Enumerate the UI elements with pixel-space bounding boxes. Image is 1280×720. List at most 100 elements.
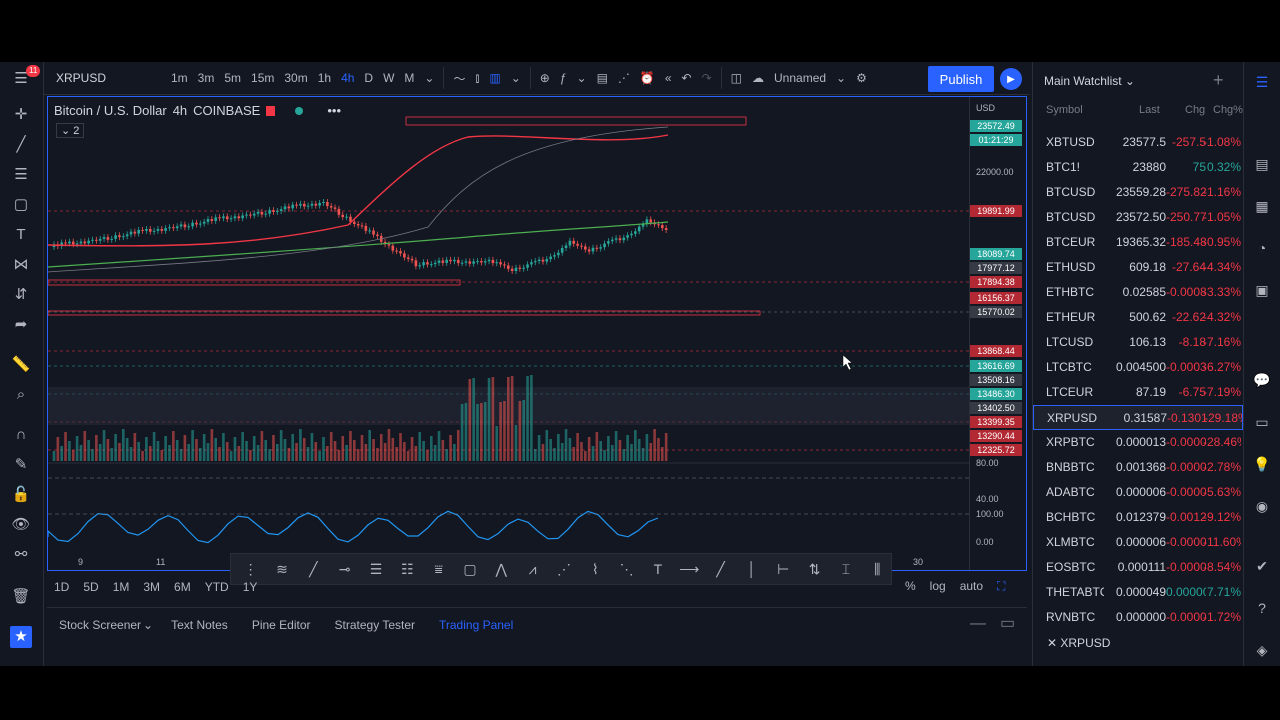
fib-icon[interactable]: ☰ <box>10 164 32 186</box>
hotlist-icon[interactable]: ◔ <box>1252 240 1272 260</box>
watchlist-row[interactable]: THETABTC 0.0000490.0000037.71% <box>1033 580 1243 605</box>
help-icon[interactable]: ? <box>1252 600 1272 620</box>
chat-icon[interactable]: 💬 <box>1252 372 1272 392</box>
watchlist-row[interactable]: BCHBTC 0.012379-0.00124-9.12% <box>1033 505 1243 530</box>
watchlist-row[interactable]: XRPUSD 0.31587-0.13014-29.18% <box>1033 405 1243 430</box>
zoom-icon[interactable]: ⌕ <box>10 384 32 406</box>
calendar-icon[interactable]: ▣ <box>1252 282 1272 302</box>
interval-15m[interactable]: 15m <box>246 71 279 85</box>
text-tool-icon[interactable]: T <box>10 224 32 246</box>
templates-icon[interactable]: ⋰ <box>613 71 635 85</box>
bars-icon[interactable]: ⫾ <box>471 71 485 86</box>
watchlist-row[interactable]: BTCEUR 19365.32 -185.48 -0.95% <box>1033 230 1243 255</box>
log-toggle[interactable]: log <box>930 579 946 594</box>
chat-icon-2[interactable]: ▭ <box>1252 414 1272 434</box>
trash-icon[interactable]: 🗑 <box>10 586 32 608</box>
watchlist-row[interactable]: BTC1! 23880 75 0.32% <box>1033 155 1243 180</box>
chart-canvas[interactable] <box>48 97 969 571</box>
prediction-icon[interactable]: ⇵ <box>10 284 32 306</box>
lock-icon[interactable]: 🔓 <box>10 484 32 506</box>
redo-icon[interactable]: ↷ <box>697 71 717 85</box>
tab-pine-editor[interactable]: Pine Editor <box>240 618 323 632</box>
watchlist-row[interactable]: BTCUSD 23572.50 -250.77 -1.05% <box>1033 205 1243 230</box>
maximize-icon[interactable]: ▭ <box>1000 613 1015 633</box>
indicators-icon[interactable]: ƒ <box>555 71 572 85</box>
range-1m[interactable]: 1M <box>106 580 137 594</box>
range-6m[interactable]: 6M <box>167 580 198 594</box>
watchlist-row[interactable]: BTCUSD 23559.28 -275.82 -1.16% <box>1033 180 1243 205</box>
layout-icon[interactable]: ◫ <box>726 71 747 85</box>
chart-style-icon[interactable]: 〜 <box>448 70 470 87</box>
link-icon[interactable]: ⚯ <box>10 544 32 566</box>
watchlist-footer[interactable]: ✕ XRPUSD <box>1047 636 1110 650</box>
range-1y[interactable]: 1Y <box>236 580 265 594</box>
indicator-toggle[interactable]: ⌄ 2 <box>56 123 85 138</box>
watchlist-row[interactable]: RVNBTC 0.000000-0.00000-1.72% <box>1033 605 1243 630</box>
watchlist-row[interactable]: ETHEUR 500.62 -22.62 -4.32% <box>1033 305 1243 330</box>
check-icon[interactable]: ✔ <box>1252 558 1272 578</box>
chevron-down-icon[interactable]: ⌄ <box>506 71 526 85</box>
layers-icon[interactable]: ◈ <box>1252 642 1272 662</box>
tab-trading-panel[interactable]: Trading Panel <box>427 618 525 632</box>
minimize-icon[interactable]: — <box>970 615 986 633</box>
watchlist-icon[interactable]: ☰ <box>1252 74 1272 94</box>
financials-icon[interactable]: ▤ <box>592 71 613 85</box>
play-icon[interactable]: ▶ <box>1000 68 1022 90</box>
auto-toggle[interactable]: auto <box>960 579 983 594</box>
pattern-icon[interactable]: ⋈ <box>10 254 32 276</box>
add-symbol-icon[interactable]: + <box>1213 70 1224 91</box>
undo-icon[interactable]: ↶ <box>677 71 697 85</box>
streams-icon[interactable]: ◉ <box>1252 498 1272 518</box>
percent-toggle[interactable]: % <box>905 579 916 594</box>
tab-text-notes[interactable]: Text Notes <box>159 618 240 632</box>
layout-name[interactable]: Unnamed <box>769 71 831 85</box>
more-icon[interactable]: ••• <box>327 103 341 118</box>
compare-icon[interactable]: ⊕ <box>535 71 555 85</box>
forward-icon[interactable]: ➦ <box>10 314 32 336</box>
eye-icon[interactable]: 👁 <box>10 514 32 536</box>
watchlist-row[interactable]: ETHBTC 0.02585-0.00089-3.33% <box>1033 280 1243 305</box>
price-scale[interactable]: USD 24000.0022000.0023572.4901:21:291989… <box>969 97 1026 570</box>
chevron-down-icon[interactable]: ⌄ <box>572 71 592 85</box>
trendline-icon[interactable]: ╱ <box>10 134 32 156</box>
tab-stock-screener[interactable]: Stock Screener <box>47 618 153 632</box>
watchlist-row[interactable]: LTCBTC 0.004500-0.00030-6.27% <box>1033 355 1243 380</box>
watchlist-row[interactable]: XBTUSD 23577.5 -257.5 -1.08% <box>1033 130 1243 155</box>
news-icon[interactable]: ▤ <box>1252 156 1272 176</box>
publish-button[interactable]: Publish <box>928 66 994 92</box>
interval-1h[interactable]: 1h <box>313 71 336 85</box>
pencil-lock-icon[interactable]: ✎ <box>10 454 32 476</box>
watchlist-title[interactable]: Main Watchlist ⌄ <box>1044 74 1135 88</box>
watchlist-row[interactable]: ETHUSD 609.18 -27.64 -4.34% <box>1033 255 1243 280</box>
ruler-icon[interactable]: 📏 <box>10 354 32 376</box>
symbol-search[interactable]: XRPUSD <box>44 71 166 85</box>
star-icon[interactable]: ★ <box>10 626 32 648</box>
chart-pane[interactable]: Bitcoin / U.S. Dollar 4h COINBASE ••• ⌄ … <box>47 96 1027 571</box>
alert-icon[interactable]: ⏰ <box>635 71 660 85</box>
watchlist-row[interactable]: XRPBTC 0.000013-0.00000-28.46% <box>1033 430 1243 455</box>
crosshair-icon[interactable]: ✛ <box>10 104 32 126</box>
watchlist-row[interactable]: BNBBTC 0.001368-0.00003-2.78% <box>1033 455 1243 480</box>
range-1d[interactable]: 1D <box>47 580 76 594</box>
watchlist-row[interactable]: ADABTC 0.000006-0.00000-5.63% <box>1033 480 1243 505</box>
interval-30m[interactable]: 30m <box>279 71 312 85</box>
flag-icon[interactable] <box>266 105 276 116</box>
data-window-icon[interactable]: ▦ <box>1252 198 1272 218</box>
col-chg-pct[interactable]: Chg% <box>1213 104 1243 116</box>
interval-w[interactable]: W <box>378 71 399 85</box>
interval-3m[interactable]: 3m <box>193 71 220 85</box>
chevron-down-icon[interactable]: ⌄ <box>143 618 153 632</box>
cloud-icon[interactable]: ☁ <box>747 71 769 85</box>
watchlist-row[interactable]: XLMBTC 0.000006-0.00000-11.60% <box>1033 530 1243 555</box>
settings-gear-icon[interactable]: ⚙ <box>851 71 872 85</box>
interval-d[interactable]: D <box>359 71 378 85</box>
col-last[interactable]: Last <box>1139 104 1160 116</box>
magnet-icon[interactable]: ∩ <box>10 424 32 446</box>
shapes-icon[interactable]: ▢ <box>10 194 32 216</box>
range-5d[interactable]: 5D <box>76 580 105 594</box>
interval-5m[interactable]: 5m <box>219 71 246 85</box>
chevron-down-icon[interactable]: ⌄ <box>419 71 439 85</box>
range-ytd[interactable]: YTD <box>198 580 236 594</box>
ideas-icon[interactable]: 💡 <box>1252 456 1272 476</box>
watchlist-row[interactable]: LTCEUR 87.19 -6.75 -7.19% <box>1033 380 1243 405</box>
